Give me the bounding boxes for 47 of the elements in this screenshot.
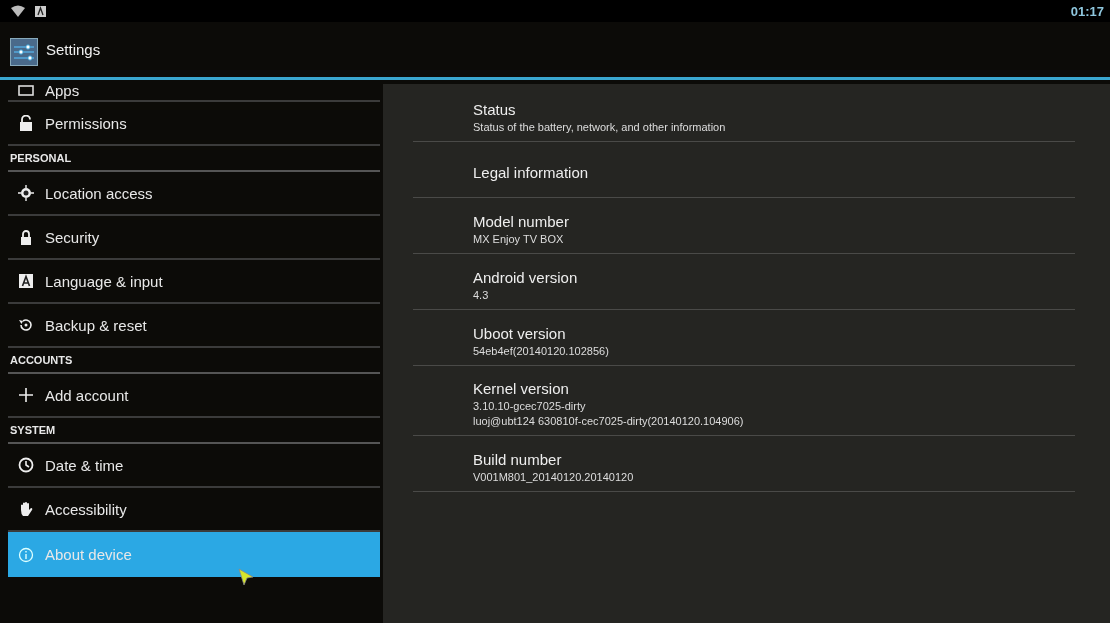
sidebar-item[interactable]: Add account xyxy=(8,374,380,418)
preference-title: Uboot version xyxy=(473,324,567,342)
lock-icon xyxy=(18,229,34,245)
preference-title: Model number xyxy=(473,212,570,230)
sidebar-item[interactable]: Security xyxy=(8,216,380,260)
plus-icon xyxy=(18,387,34,403)
section-header: PERSONAL xyxy=(8,146,380,172)
preference-row[interactable]: Model number MX Enjoy TV BOX xyxy=(413,198,1075,254)
preference-title: Status xyxy=(473,100,517,118)
preference-title: Android version xyxy=(473,268,579,286)
preference-title: Kernel version xyxy=(473,380,570,397)
preference-summary: V001M801_20140120.20140120 xyxy=(473,470,635,483)
mouse-cursor-icon xyxy=(238,568,254,586)
settings-app-icon[interactable] xyxy=(10,37,38,66)
preference-title: Legal information xyxy=(473,164,590,181)
preference-summary: MX Enjoy TV BOX xyxy=(473,232,565,245)
preference-row[interactable]: Kernel version 3.10.10-gcec7025-dirty luoj@ubt124 630810f-cec7025-dirty(20140120.104906) xyxy=(413,366,1075,436)
preference-summary: 4.3 xyxy=(473,288,490,301)
section-header: SYSTEM xyxy=(8,418,380,444)
clock-time: 01:17 xyxy=(1070,3,1104,19)
keyboard-icon xyxy=(18,273,34,289)
sidebar-item[interactable]: Language & input xyxy=(8,260,380,304)
preference-row[interactable]: Legal information xyxy=(413,142,1075,198)
keyboard-icon xyxy=(35,5,46,17)
hand-icon xyxy=(18,501,34,517)
preference-summary: Status of the battery, network, and other information xyxy=(473,120,727,133)
preference-row[interactable]: Uboot version 54eb4ef(20140120.102856) xyxy=(413,310,1075,366)
sidebar-item[interactable]: Permissions xyxy=(8,102,380,146)
restore-icon xyxy=(18,317,34,333)
clock-icon xyxy=(18,457,34,473)
location-icon xyxy=(18,185,34,201)
preference-row[interactable]: Build number V001M801_20140120.20140120 xyxy=(413,436,1075,492)
sidebar-item[interactable]: Apps xyxy=(8,80,380,102)
info-icon xyxy=(18,546,34,563)
padlock-icon xyxy=(18,115,34,131)
preference-summary: 54eb4ef(20140120.102856) xyxy=(473,344,610,357)
preference-row[interactable]: Status Status of the battery, network, and other information xyxy=(413,86,1075,142)
preference-summary: luoj@ubt124 630810f-cec7025-dirty(20140120.104906) xyxy=(473,415,745,427)
wifi-icon xyxy=(11,5,25,17)
preference-title: Build number xyxy=(473,450,563,468)
sidebar-item[interactable]: Backup & reset xyxy=(8,304,380,348)
sidebar-item[interactable]: Date & time xyxy=(8,444,380,488)
sidebar-item[interactable]: Location access xyxy=(8,172,380,216)
preference-summary: 3.10.10-gcec7025-dirty xyxy=(473,400,587,412)
preference-row[interactable]: Android version 4.3 xyxy=(413,254,1075,310)
section-header: ACCOUNTS xyxy=(8,348,380,374)
app-title: Settings xyxy=(46,41,101,58)
